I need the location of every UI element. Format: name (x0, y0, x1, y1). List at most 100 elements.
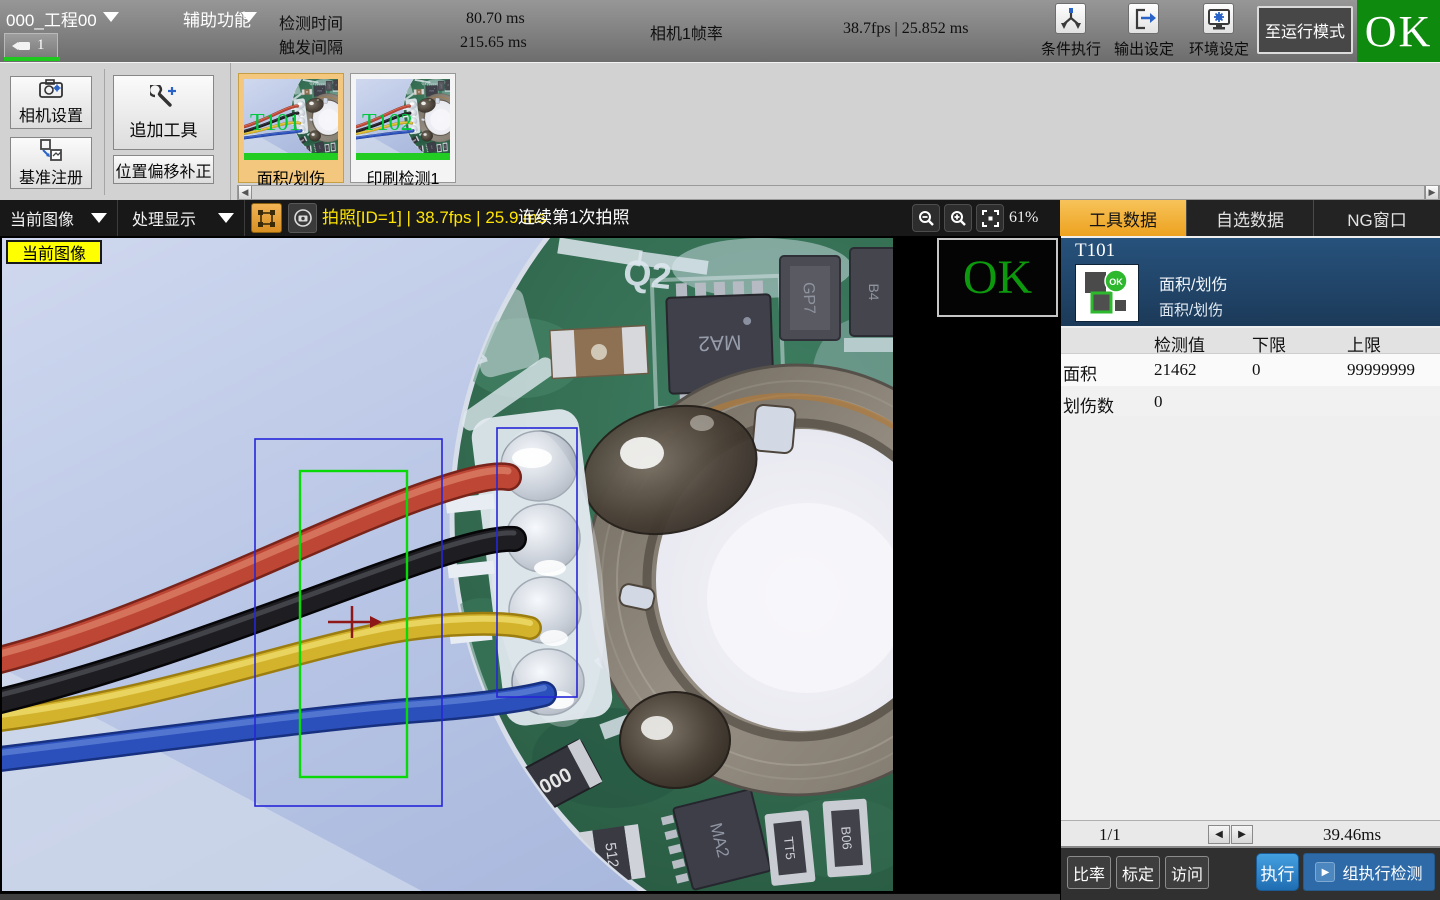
image-source-value: 当前图像 (10, 206, 74, 230)
position-offset-button[interactable]: 位置偏移补正 (113, 155, 214, 184)
datum-register-button[interactable]: 基准注册 (10, 137, 92, 189)
camera-image[interactable] (2, 238, 893, 891)
zoom-fit-button[interactable] (976, 204, 1004, 232)
zoom-out-button[interactable] (912, 204, 940, 232)
display-mode-value: 处理显示 (132, 206, 196, 230)
row-label: 面积 (1063, 360, 1097, 385)
image-source-tag: 当前图像 (6, 240, 102, 264)
image-source-dropdown[interactable]: 当前图像 (0, 200, 118, 236)
calibration-button[interactable]: 标定 (1116, 856, 1160, 889)
tool-header[interactable]: T101 OK 面积/划伤 面积/划伤 (1061, 238, 1440, 326)
result-pagination: 1/1 ◀ ▶ 39.46ms (1061, 820, 1440, 848)
capture-camera-button[interactable] (288, 203, 317, 233)
project-caret-icon[interactable] (103, 12, 119, 22)
detect-time-value: 80.70 ms (466, 10, 525, 28)
prev-page-button[interactable]: ◀ (1208, 825, 1230, 844)
project-selector[interactable]: 000_工程00 (6, 6, 97, 31)
group-execute-label: 组执行检测 (1342, 860, 1422, 884)
exec-time: 39.46ms (1323, 825, 1381, 845)
execute-button[interactable]: 执行 (1256, 853, 1299, 891)
row-upper: 99999999 (1347, 360, 1415, 380)
aux-caret-icon[interactable] (241, 12, 257, 22)
detect-time-label: 检测时间 (279, 10, 343, 34)
output-setting-button[interactable] (1128, 3, 1159, 34)
fit-screen-icon (982, 210, 999, 227)
camera-setup-button[interactable]: 相机设置 (10, 76, 92, 129)
divider (230, 63, 231, 201)
tool-strip-scrollbar[interactable]: ◀ ▶ (237, 185, 1440, 200)
scroll-left-icon[interactable]: ◀ (238, 186, 252, 199)
camera-fps-value: 38.7fps | 25.852 ms (843, 20, 968, 38)
scroll-right-icon[interactable]: ▶ (1425, 186, 1439, 199)
image-viewer[interactable]: 当前图像 OK (0, 236, 1060, 893)
add-tool-label: 追加工具 (130, 116, 198, 141)
zoom-out-icon (918, 210, 935, 227)
access-button[interactable]: 访问 (1165, 856, 1209, 889)
vision-app-window: 000_工程00 辅助功能 1 检测时间 触发间隔 80.70 ms 215.6… (0, 0, 1440, 900)
zoom-level: 61% (1009, 200, 1038, 236)
env-setting-button[interactable] (1203, 3, 1234, 34)
ratio-button[interactable]: 比率 (1067, 856, 1111, 889)
tool-row: 相机设置 基准注册 追加工具 位置偏移补正 (0, 62, 1440, 200)
transform-handles-icon (257, 209, 276, 228)
next-icon: ▶ (1238, 829, 1246, 840)
tool-type: 面积/划伤 (1159, 271, 1227, 295)
col-lower: 下限 (1252, 331, 1286, 356)
group-execute-button[interactable]: ▶ 组执行检测 (1303, 853, 1435, 891)
page-indicator: 1/1 (1099, 825, 1121, 845)
branch-exec-icon (1058, 6, 1084, 32)
table-row: 面积 21462 0 99999999 (1061, 354, 1440, 386)
table-row: 划伤数 0 (1061, 386, 1440, 416)
col-value: 检测值 (1154, 331, 1205, 356)
camera-setup-label: 相机设置 (19, 102, 83, 126)
datum-register-label: 基准注册 (19, 164, 83, 188)
condition-exec-label: 条件执行 (1039, 38, 1103, 59)
row-value: 0 (1154, 392, 1163, 412)
panel-footer: 比率 标定 访问 执行 ▶ 组执行检测 (1061, 848, 1440, 900)
tool-status-bar (356, 153, 450, 160)
trigger-interval-value: 215.65 ms (460, 34, 527, 52)
row-lower: 0 (1252, 360, 1261, 380)
tool-status-bar (244, 153, 338, 160)
capture-status: 连续第1次拍照 (518, 200, 629, 236)
trigger-interval-label: 触发间隔 (279, 34, 343, 58)
next-page-button[interactable]: ▶ (1231, 825, 1253, 844)
tool-name: 面积/划伤 (1159, 299, 1223, 320)
result-table-header: 检测值 下限 上限 (1061, 328, 1440, 354)
condition-exec-button[interactable] (1055, 3, 1086, 34)
camera-circle-icon (293, 208, 313, 228)
tab-ng-window[interactable]: NG窗口 (1313, 200, 1440, 236)
tab-custom-data[interactable]: 自选数据 (1186, 200, 1313, 236)
divider (104, 69, 105, 195)
zoom-in-button[interactable] (944, 204, 972, 232)
col-upper: 上限 (1347, 331, 1381, 356)
tool-result-icon: OK (1075, 264, 1139, 322)
viewer-bottom-scrollbar[interactable] (0, 893, 1060, 900)
tool-card-t101[interactable]: T101 面积/划伤 (238, 73, 344, 183)
play-icon: ▶ (1315, 862, 1335, 882)
run-mode-button[interactable]: 至运行模式 (1257, 6, 1353, 54)
video-camera-icon (11, 39, 33, 53)
prev-icon: ◀ (1215, 829, 1223, 840)
env-setting-label: 环境设定 (1187, 38, 1251, 59)
camera-tab[interactable]: 1 (4, 33, 58, 57)
global-status-badge: OK (1357, 0, 1440, 62)
tab-tool-data[interactable]: 工具数据 (1060, 200, 1186, 236)
roi-transform-button[interactable] (251, 203, 282, 233)
output-icon (1131, 6, 1157, 32)
svg-text:OK: OK (1109, 277, 1123, 287)
monitor-gear-icon (1206, 6, 1232, 32)
add-tool-button[interactable]: 追加工具 (113, 75, 214, 150)
chevron-down-icon (218, 213, 234, 223)
camera-gear-icon (38, 79, 64, 99)
area-scratch-ok-icon: OK (1076, 265, 1138, 321)
position-offset-label: 位置偏移补正 (115, 158, 211, 182)
tool-card-t102[interactable]: T102 印刷检测1 (350, 73, 456, 183)
display-mode-dropdown[interactable]: 处理显示 (122, 200, 245, 236)
capture-info: 拍照[ID=1] | 38.7fps | 25.9 ms (322, 200, 546, 236)
row-value: 21462 (1154, 360, 1197, 380)
tool-id: T101 (1075, 240, 1115, 262)
result-badge: OK (937, 238, 1058, 317)
scrollbar-thumb[interactable] (252, 186, 1425, 199)
top-bar: 000_工程00 辅助功能 1 检测时间 触发间隔 80.70 ms 215.6… (0, 0, 1440, 62)
